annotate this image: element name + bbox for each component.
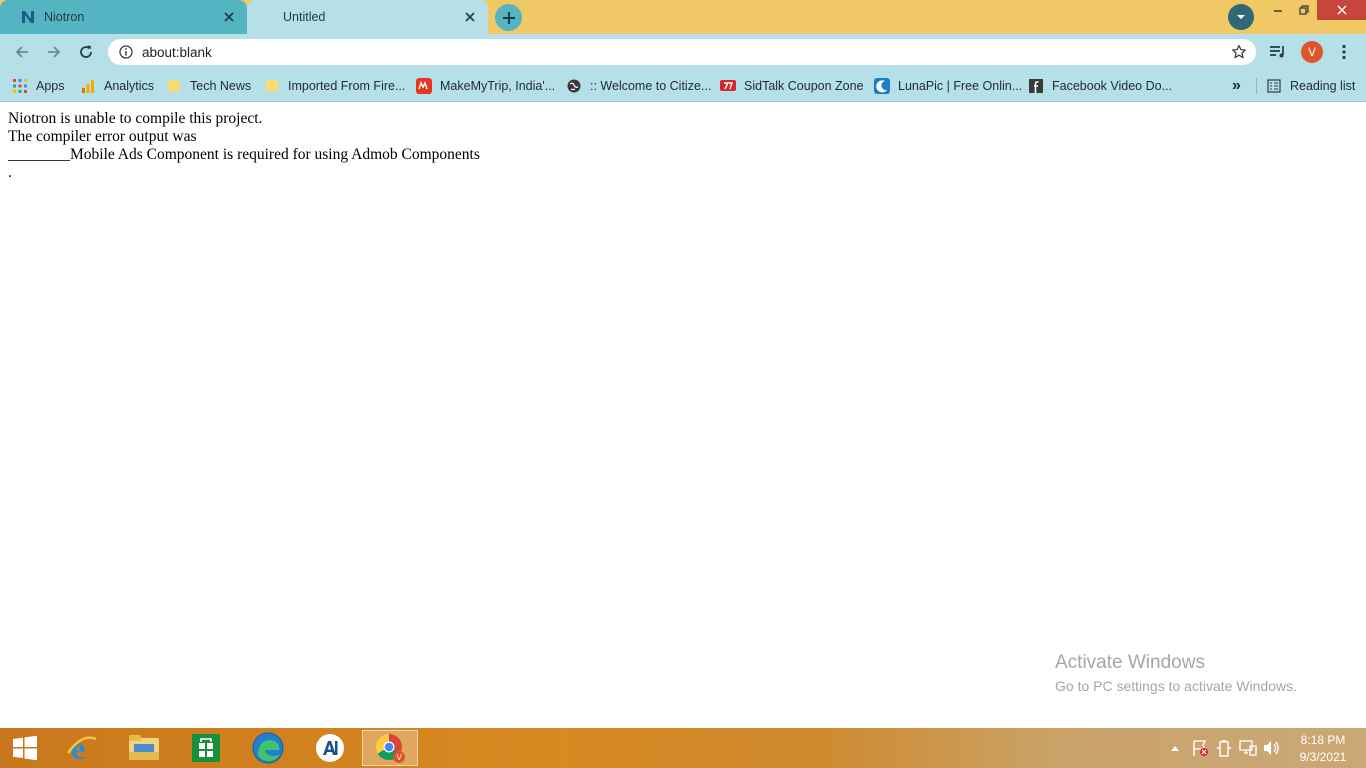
restore-button[interactable] bbox=[1291, 0, 1317, 20]
chevron-down-icon bbox=[1237, 15, 1245, 19]
chrome-taskbar-icon[interactable]: V bbox=[362, 730, 418, 766]
edge-taskbar-icon[interactable] bbox=[240, 730, 296, 766]
address-bar[interactable] bbox=[108, 39, 1256, 65]
close-tab-icon[interactable] bbox=[221, 9, 237, 25]
bookmark-apps[interactable]: Apps bbox=[12, 75, 65, 97]
new-tab-button[interactable] bbox=[495, 4, 522, 31]
bookmark-label: Tech News bbox=[190, 79, 252, 93]
activate-title: Activate Windows bbox=[1055, 652, 1205, 673]
error-heading: Niotron is unable to compile this projec… bbox=[8, 110, 263, 127]
taskbar-clock[interactable]: 8:18 PM 9/3/2021 bbox=[1292, 732, 1354, 766]
power-icon[interactable] bbox=[1214, 738, 1234, 758]
bookmark-makemytrip[interactable]: MakeMyTrip, India'... bbox=[416, 75, 555, 97]
forward-button[interactable] bbox=[42, 40, 66, 64]
bookmark-star-icon[interactable] bbox=[1230, 43, 1248, 61]
media-control-icon[interactable] bbox=[1268, 42, 1288, 62]
tab-untitled[interactable]: Untitled bbox=[247, 0, 488, 34]
reload-button[interactable] bbox=[74, 40, 98, 64]
analytics-icon bbox=[80, 78, 96, 94]
bookmark-analytics[interactable]: Analytics bbox=[80, 75, 154, 97]
file-explorer-taskbar-icon[interactable] bbox=[116, 730, 172, 766]
bookmark-label: :: Welcome to Citize... bbox=[590, 79, 712, 93]
reading-list-label: Reading list bbox=[1290, 79, 1356, 93]
windows-logo-icon bbox=[13, 735, 37, 761]
activate-windows-watermark: Activate Windows Go to PC settings to ac… bbox=[1055, 652, 1297, 694]
restore-icon bbox=[1299, 5, 1309, 15]
niotron-logo-icon bbox=[20, 9, 36, 25]
compiler-output-label: The compiler error output was bbox=[8, 128, 197, 145]
bookmark-citizen[interactable]: :: Welcome to Citize... bbox=[566, 75, 711, 97]
store-taskbar-icon[interactable] bbox=[178, 730, 234, 766]
bookmark-facebook[interactable]: Facebook Video Do... bbox=[1028, 75, 1172, 97]
bookmarks-divider bbox=[1256, 78, 1257, 94]
page-content: Niotron is unable to compile this projec… bbox=[8, 110, 1008, 182]
bookmark-label: Analytics bbox=[104, 79, 155, 93]
lunapic-icon bbox=[874, 78, 890, 94]
makemytrip-icon bbox=[416, 78, 432, 94]
bookmark-label: Apps bbox=[36, 79, 65, 93]
close-icon bbox=[1337, 5, 1346, 15]
tab-title: Untitled bbox=[283, 10, 326, 24]
double-chevron-right-icon: » bbox=[1232, 77, 1241, 94]
arrow-left-icon bbox=[15, 46, 28, 58]
tab-niotron[interactable]: Niotron bbox=[0, 0, 247, 34]
menu-kebab-icon[interactable] bbox=[1334, 42, 1354, 62]
profile-avatar[interactable]: V bbox=[1301, 41, 1323, 63]
url-input[interactable] bbox=[142, 42, 1212, 62]
tab-search-button[interactable] bbox=[1228, 4, 1254, 30]
apps-grid-icon bbox=[12, 78, 28, 94]
start-button[interactable] bbox=[0, 730, 50, 766]
folder-icon bbox=[166, 78, 182, 94]
volume-icon[interactable] bbox=[1262, 738, 1282, 758]
tab-strip: Niotron Untitled bbox=[0, 0, 1366, 34]
arrow-right-icon bbox=[48, 46, 61, 58]
taskbar: e V bbox=[0, 728, 1366, 768]
bookmark-label: MakeMyTrip, India'... bbox=[440, 79, 556, 93]
facebook-icon bbox=[1028, 78, 1044, 94]
show-hidden-icons-button[interactable] bbox=[1168, 738, 1182, 758]
plus-icon bbox=[502, 11, 515, 24]
bookmark-folder-tech-news[interactable]: Tech News bbox=[166, 75, 251, 97]
internet-explorer-taskbar-icon[interactable]: e bbox=[54, 730, 110, 766]
action-center-flag-icon[interactable] bbox=[1190, 738, 1210, 758]
clock-time: 8:18 PM bbox=[1300, 733, 1346, 747]
compiler-error-message: ________Mobile Ads Component is required… bbox=[8, 146, 480, 163]
network-icon[interactable] bbox=[1238, 738, 1258, 758]
trailing-period: . bbox=[8, 164, 12, 181]
reload-icon bbox=[80, 45, 92, 58]
more-bookmarks-button[interactable]: » bbox=[1232, 75, 1241, 97]
sidtalk-icon bbox=[720, 78, 736, 94]
close-tab-icon[interactable] bbox=[462, 9, 478, 25]
globe-icon bbox=[566, 78, 582, 94]
reading-list-icon bbox=[1266, 78, 1282, 94]
bookmark-lunapic[interactable]: LunaPic | Free Onlin... bbox=[874, 75, 1022, 97]
tab-title: Niotron bbox=[44, 10, 85, 24]
minimize-button[interactable] bbox=[1265, 0, 1291, 20]
chevron-up-icon bbox=[1171, 746, 1179, 751]
folder-icon bbox=[264, 78, 280, 94]
window-close-button[interactable] bbox=[1317, 0, 1366, 20]
svg-text:V: V bbox=[397, 753, 403, 762]
bookmark-label: SidTalk Coupon Zone bbox=[744, 79, 864, 93]
clock-date: 9/3/2021 bbox=[1299, 750, 1347, 764]
reading-list-button[interactable]: Reading list bbox=[1266, 75, 1355, 97]
bookmark-sidtalk[interactable]: SidTalk Coupon Zone bbox=[720, 75, 864, 97]
browser-toolbar: V bbox=[0, 34, 1366, 70]
bookmark-label: Imported From Fire... bbox=[288, 79, 406, 93]
bookmark-label: LunaPic | Free Onlin... bbox=[898, 79, 1023, 93]
bookmarks-bar: Apps Analytics Tech News Imported From F… bbox=[0, 70, 1366, 102]
activate-subtitle: Go to PC settings to activate Windows. bbox=[1055, 678, 1297, 694]
back-button[interactable] bbox=[10, 40, 34, 64]
bookmark-folder-imported[interactable]: Imported From Fire... bbox=[264, 75, 405, 97]
minimize-icon bbox=[1274, 10, 1282, 12]
info-icon[interactable] bbox=[118, 44, 134, 60]
bookmark-label: Facebook Video Do... bbox=[1052, 79, 1172, 93]
app-inventor-taskbar-icon[interactable] bbox=[302, 730, 358, 766]
